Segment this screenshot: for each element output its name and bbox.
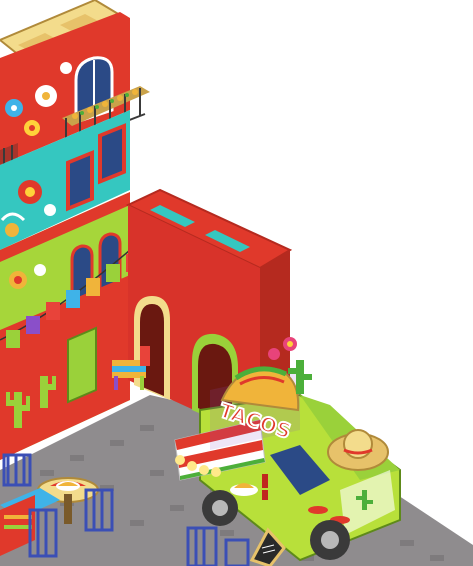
game-scene: TACOS: [0, 0, 473, 566]
taco-icon[interactable]: [56, 481, 80, 491]
building-icon: [0, 0, 150, 460]
arch-doorway-icon[interactable]: [134, 296, 170, 400]
chili-icon: [262, 474, 268, 500]
